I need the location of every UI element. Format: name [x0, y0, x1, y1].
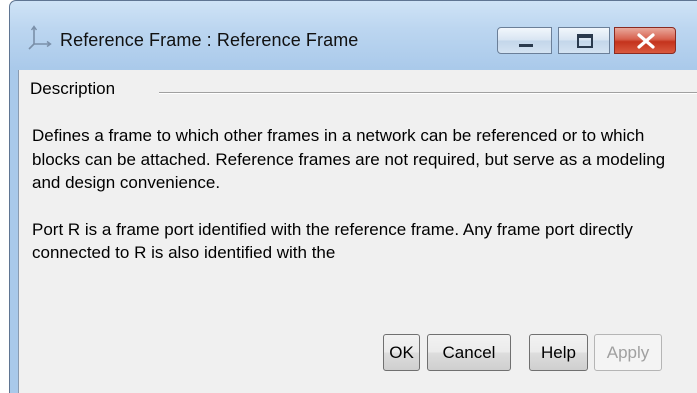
title-bar[interactable]: Reference Frame : Reference Frame: [10, 1, 697, 61]
minimize-icon: [519, 44, 533, 47]
description-text: Defines a frame to which other frames in…: [32, 124, 692, 265]
close-button[interactable]: [614, 27, 676, 54]
maximize-button[interactable]: [558, 27, 610, 54]
apply-button[interactable]: Apply: [594, 334, 662, 371]
cancel-button[interactable]: Cancel: [427, 334, 511, 371]
dialog-window: Reference Frame : Reference Frame Descri…: [9, 0, 697, 393]
help-button[interactable]: Help: [529, 334, 588, 371]
description-group-label: Description: [30, 79, 122, 99]
close-icon: [637, 33, 655, 49]
group-divider: [159, 92, 697, 94]
description-paragraph: Defines a frame to which other frames in…: [32, 126, 666, 192]
description-paragraph: Port R is a frame port identified with t…: [32, 219, 633, 263]
dialog-content: Description Defines a frame to which oth…: [18, 70, 697, 393]
maximize-icon: [577, 34, 593, 48]
dialog-button-row: OK Cancel Help Apply: [19, 334, 697, 372]
minimize-button[interactable]: [497, 27, 552, 54]
window-title: Reference Frame : Reference Frame: [60, 30, 359, 50]
reference-frame-axes-icon: [26, 25, 52, 51]
ok-button[interactable]: OK: [383, 334, 420, 371]
